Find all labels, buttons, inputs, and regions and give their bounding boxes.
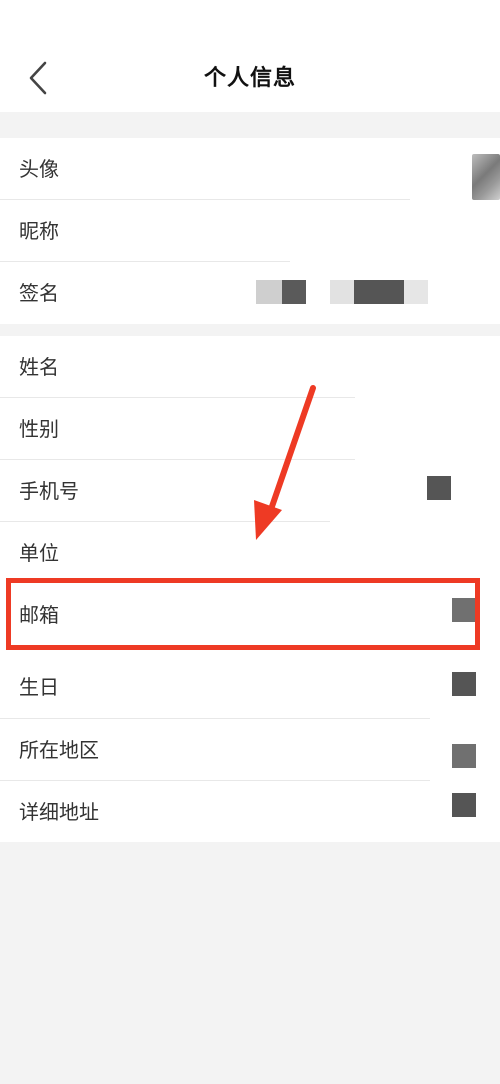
signature-value-mosaic: [354, 280, 404, 304]
phone-value-mosaic: [427, 476, 451, 500]
birthday-value-mosaic: [452, 672, 476, 696]
region-value-mosaic: [452, 744, 476, 768]
email-highlight-box: [6, 578, 480, 650]
birthday-label: 生日: [19, 675, 59, 699]
red-arrow-icon: [254, 385, 316, 540]
signature-value-mosaic: [282, 280, 306, 304]
signature-value-mosaic: [330, 280, 354, 304]
company-label: 单位: [19, 541, 59, 565]
signature-label: 签名: [19, 281, 59, 305]
avatar[interactable]: [472, 154, 500, 200]
region-row[interactable]: 所在地区: [0, 719, 500, 781]
avatar-row[interactable]: 头像: [0, 138, 500, 200]
region-label: 所在地区: [19, 738, 99, 762]
page-title: 个人信息: [203, 66, 296, 91]
personal-info-page: 个人信息 头像 昵称 签名 姓名 性别 手机号 单位 邮箱 生日 所在地区 详细…: [0, 0, 500, 1084]
name-label: 姓名: [19, 355, 59, 379]
top-bar: 个人信息: [0, 0, 500, 112]
avatar-label: 头像: [19, 157, 59, 181]
gender-label: 性别: [19, 417, 59, 441]
birthday-row[interactable]: 生日: [0, 656, 500, 718]
address-row[interactable]: 详细地址: [0, 781, 500, 843]
nickname-row[interactable]: 昵称: [0, 200, 500, 262]
phone-label: 手机号: [19, 479, 79, 503]
address-value-mosaic: [452, 793, 476, 817]
address-label: 详细地址: [19, 800, 99, 824]
signature-value-mosaic: [256, 280, 282, 304]
nickname-label: 昵称: [19, 219, 59, 243]
signature-value-mosaic: [404, 280, 428, 304]
